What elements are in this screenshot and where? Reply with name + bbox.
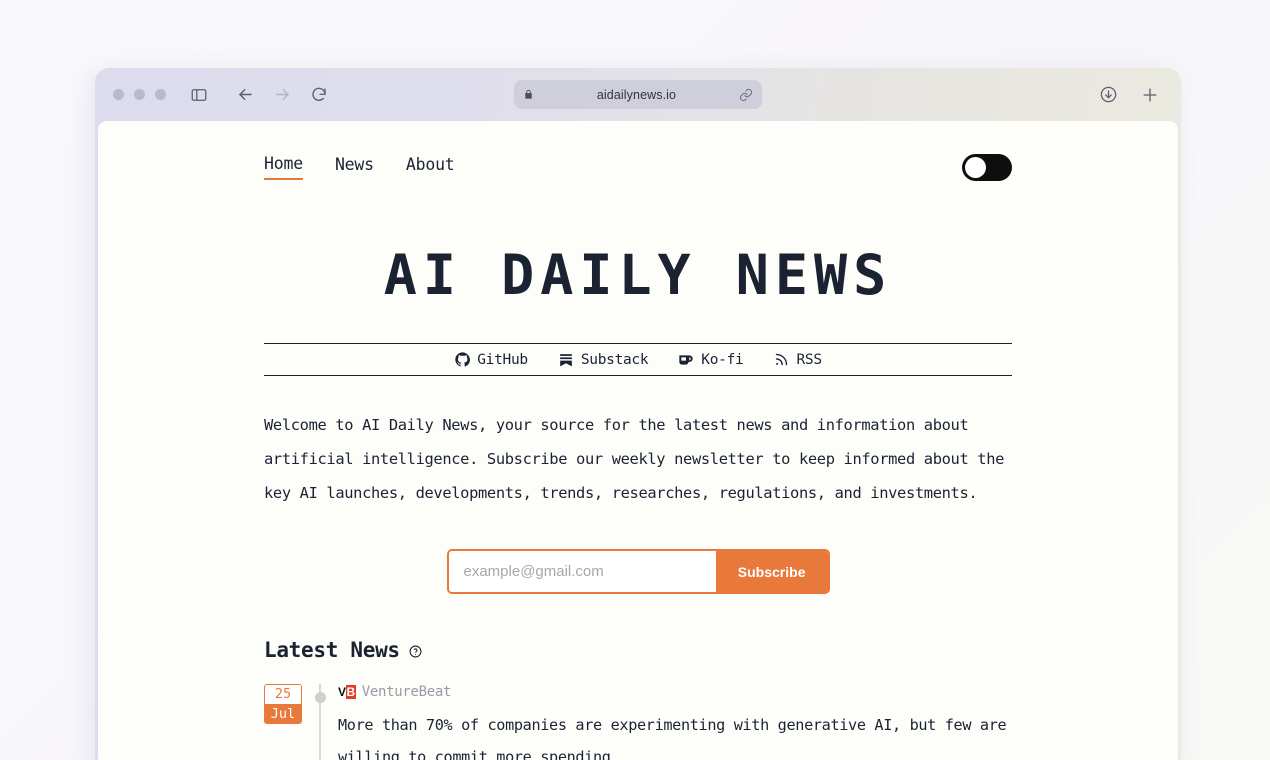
nav-item-home[interactable]: Home	[264, 154, 303, 180]
news-source-name: VentureBeat	[361, 684, 452, 700]
rss-icon	[773, 352, 789, 368]
email-input[interactable]	[448, 551, 716, 592]
window-controls	[113, 89, 166, 100]
social-link-rss[interactable]: RSS	[773, 351, 822, 368]
reload-icon[interactable]	[306, 82, 332, 108]
website-page: Home News About AI DAILY NEWS GitHub Sub…	[98, 121, 1178, 760]
social-link-github[interactable]: GitHub	[454, 352, 528, 368]
screen-canvas: aidailynews.io Home News About AI DAILY …	[0, 0, 1270, 760]
forward-arrow-icon[interactable]	[269, 82, 295, 108]
github-icon	[454, 352, 470, 368]
social-label-kofi: Ko-fi	[701, 351, 744, 368]
close-button[interactable]	[113, 89, 124, 100]
intro-paragraph: Welcome to AI Daily News, your source fo…	[264, 416, 1005, 502]
question-mark-icon[interactable]	[409, 645, 422, 658]
maximize-button[interactable]	[155, 89, 166, 100]
page-viewport: Home News About AI DAILY NEWS GitHub Sub…	[98, 121, 1178, 760]
nav-links: Home News About	[264, 154, 455, 180]
venturebeat-logo-icon: VB	[338, 685, 356, 699]
page-title: AI DAILY NEWS	[383, 243, 893, 307]
news-headline[interactable]: More than 70% of companies are experimen…	[338, 709, 1012, 760]
news-timeline	[302, 684, 338, 760]
navigation-buttons	[232, 82, 332, 108]
latest-news-title: Latest News	[264, 638, 400, 662]
subscribe-form: Subscribe	[446, 549, 830, 594]
lock-icon	[523, 89, 534, 100]
news-date-day: 25	[265, 685, 301, 704]
theme-toggle-knob	[965, 156, 986, 178]
subscribe-button[interactable]: Subscribe	[715, 551, 828, 592]
substack-icon	[558, 352, 574, 368]
nav-item-about[interactable]: About	[406, 155, 455, 179]
social-label-github: GitHub	[477, 351, 528, 368]
toolbar-right-actions	[1095, 82, 1163, 108]
browser-window: aidailynews.io Home News About AI DAILY …	[95, 68, 1181, 760]
link-icon[interactable]	[739, 88, 753, 102]
timeline-dot	[314, 692, 326, 703]
download-icon[interactable]	[1095, 82, 1121, 108]
sidebar-toggle-icon[interactable]	[186, 82, 212, 108]
news-content: VB VentureBeat More than 70% of companie…	[338, 684, 1012, 760]
back-arrow-icon[interactable]	[232, 82, 258, 108]
social-label-rss: RSS	[796, 351, 822, 368]
plus-icon[interactable]	[1137, 82, 1163, 108]
minimize-button[interactable]	[134, 89, 145, 100]
news-date-badge: 25 Jul	[264, 684, 302, 724]
subscribe-section: Subscribe	[264, 549, 1012, 594]
site-navbar: Home News About	[264, 147, 1012, 187]
social-label-substack: Substack	[580, 351, 649, 368]
theme-toggle[interactable]	[962, 153, 1012, 181]
vb-logo-b: B	[345, 685, 356, 699]
address-bar[interactable]: aidailynews.io	[514, 80, 762, 109]
latest-news-header: Latest News	[264, 638, 1012, 662]
news-source: VB VentureBeat	[338, 684, 1012, 700]
browser-toolbar: aidailynews.io	[95, 68, 1181, 121]
news-date-month: Jul	[265, 704, 301, 723]
page-content: Home News About AI DAILY NEWS GitHub Sub…	[264, 121, 1012, 760]
social-links-bar: GitHub Substack Ko-fi RSS	[264, 343, 1012, 376]
social-link-substack[interactable]: Substack	[558, 351, 649, 368]
nav-item-news[interactable]: News	[335, 155, 374, 179]
url-text: aidailynews.io	[596, 87, 677, 102]
kofi-icon	[678, 352, 694, 368]
news-list-item[interactable]: 25 Jul VB VentureBeat More than 70% of c…	[264, 684, 1012, 760]
social-link-kofi[interactable]: Ko-fi	[678, 351, 744, 368]
vb-logo-v: V	[338, 685, 346, 699]
